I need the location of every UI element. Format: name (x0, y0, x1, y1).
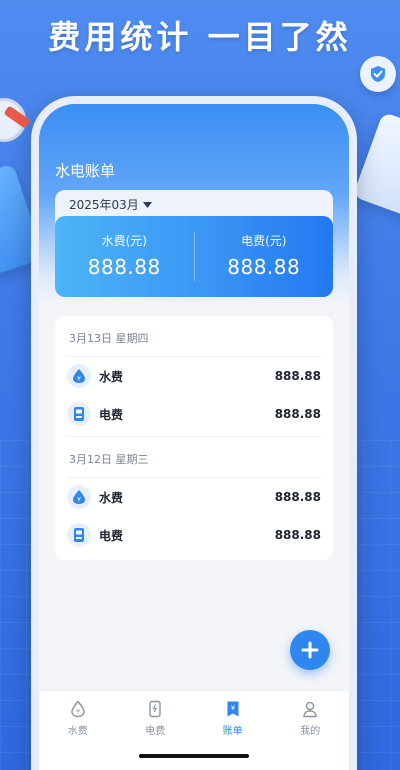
bill-icon: ¥ (225, 699, 241, 719)
bill-list: 3月13日 星期四 ¥ 水费 888.88 电费 888.88 3月12日 星期… (55, 316, 333, 560)
electric-meter-icon (67, 402, 91, 426)
water-summary-label: 水费(元) (101, 234, 147, 248)
day-header: 3月13日 星期四 (67, 316, 321, 357)
summary-panel: 水费(元) 888.88 电费(元) 888.88 (55, 216, 333, 297)
svg-text:¥: ¥ (77, 497, 81, 504)
page-title: 水电账单 (55, 162, 116, 180)
bill-row-electric[interactable]: 电费 888.88 (67, 395, 321, 433)
bill-row-water[interactable]: ¥ 水费 888.88 (67, 357, 321, 395)
water-summary: 水费(元) 888.88 (55, 216, 194, 297)
bill-row-label: 电费 (99, 407, 124, 422)
svg-text:¥: ¥ (76, 709, 80, 716)
water-drop-icon: ¥ (67, 485, 91, 509)
bill-row-electric[interactable]: 电费 888.88 (67, 516, 321, 554)
user-icon (302, 699, 318, 719)
tab-label: 我的 (300, 726, 321, 737)
water-drop-icon: ¥ (67, 364, 91, 388)
tab-bar: ¥ 水费 电费 ¥ 账单 我的 (39, 690, 349, 770)
bill-row-amount: 888.88 (274, 528, 321, 542)
tab-electric[interactable]: 电费 (117, 699, 195, 770)
tab-label: 电费 (145, 726, 166, 737)
bill-row-water[interactable]: ¥ 水费 888.88 (67, 478, 321, 516)
tab-label: 账单 (222, 726, 243, 737)
water-summary-value: 888.88 (87, 255, 161, 279)
app-screen: 水电账单 2025年03月 水费(元) 888.88 电费(元) 888.88 (39, 104, 349, 770)
bill-row-label: 水费 (99, 490, 124, 505)
plus-icon (301, 641, 319, 659)
home-indicator (139, 754, 249, 758)
electric-summary-label: 电费(元) (241, 234, 287, 248)
electric-meter-icon (147, 699, 163, 719)
promo-title: 费用统计 一目了然 (48, 18, 352, 56)
add-bill-button[interactable] (290, 630, 330, 670)
day-header: 3月12日 星期三 (67, 437, 321, 478)
shield-check-icon (360, 56, 396, 92)
decorative-plate-icon (0, 98, 26, 142)
electric-summary-value: 888.88 (227, 255, 301, 279)
electric-meter-icon (67, 523, 91, 547)
summary-card: 2025年03月 水费(元) 888.88 电费(元) 888.88 (55, 190, 333, 300)
electric-summary: 电费(元) 888.88 (195, 216, 334, 297)
tab-water[interactable]: ¥ 水费 (39, 699, 117, 770)
month-label: 2025年03月 (69, 198, 139, 212)
phone-frame: 水电账单 2025年03月 水费(元) 888.88 电费(元) 888.88 (31, 96, 357, 770)
bill-row-label: 电费 (99, 528, 124, 543)
month-picker[interactable]: 2025年03月 (69, 196, 152, 213)
bill-row-amount: 888.88 (274, 407, 321, 421)
caret-down-icon (142, 201, 152, 208)
tab-profile[interactable]: 我的 (272, 699, 350, 770)
decorative-pen-icon (3, 105, 31, 129)
water-drop-icon: ¥ (70, 699, 86, 719)
tab-label: 水费 (67, 726, 88, 737)
bill-row-amount: 888.88 (274, 490, 321, 504)
bill-row-amount: 888.88 (274, 369, 321, 383)
svg-text:¥: ¥ (231, 704, 236, 712)
tab-bills[interactable]: ¥ 账单 (194, 699, 272, 770)
bill-row-label: 水费 (99, 369, 124, 384)
decorative-card-right (352, 111, 400, 219)
svg-text:¥: ¥ (77, 376, 81, 383)
